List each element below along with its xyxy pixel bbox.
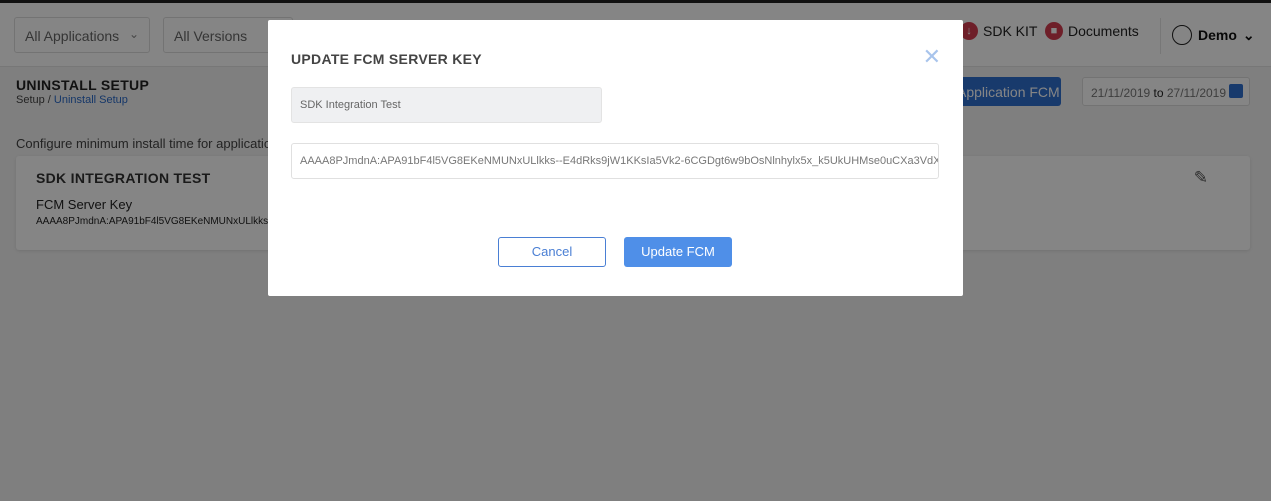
update-fcm-button[interactable]: Update FCM [624, 237, 732, 267]
close-icon[interactable]: ✕ [923, 44, 941, 70]
app-name-field: SDK Integration Test [291, 87, 602, 123]
modal-title: UPDATE FCM SERVER KEY [291, 51, 482, 67]
update-fcm-modal: UPDATE FCM SERVER KEY ✕ SDK Integration … [268, 20, 963, 296]
cancel-button[interactable]: Cancel [498, 237, 606, 267]
server-key-input[interactable]: AAAA8PJmdnA:APA91bF4l5VG8EKeNMUNxULlkks-… [291, 143, 939, 179]
